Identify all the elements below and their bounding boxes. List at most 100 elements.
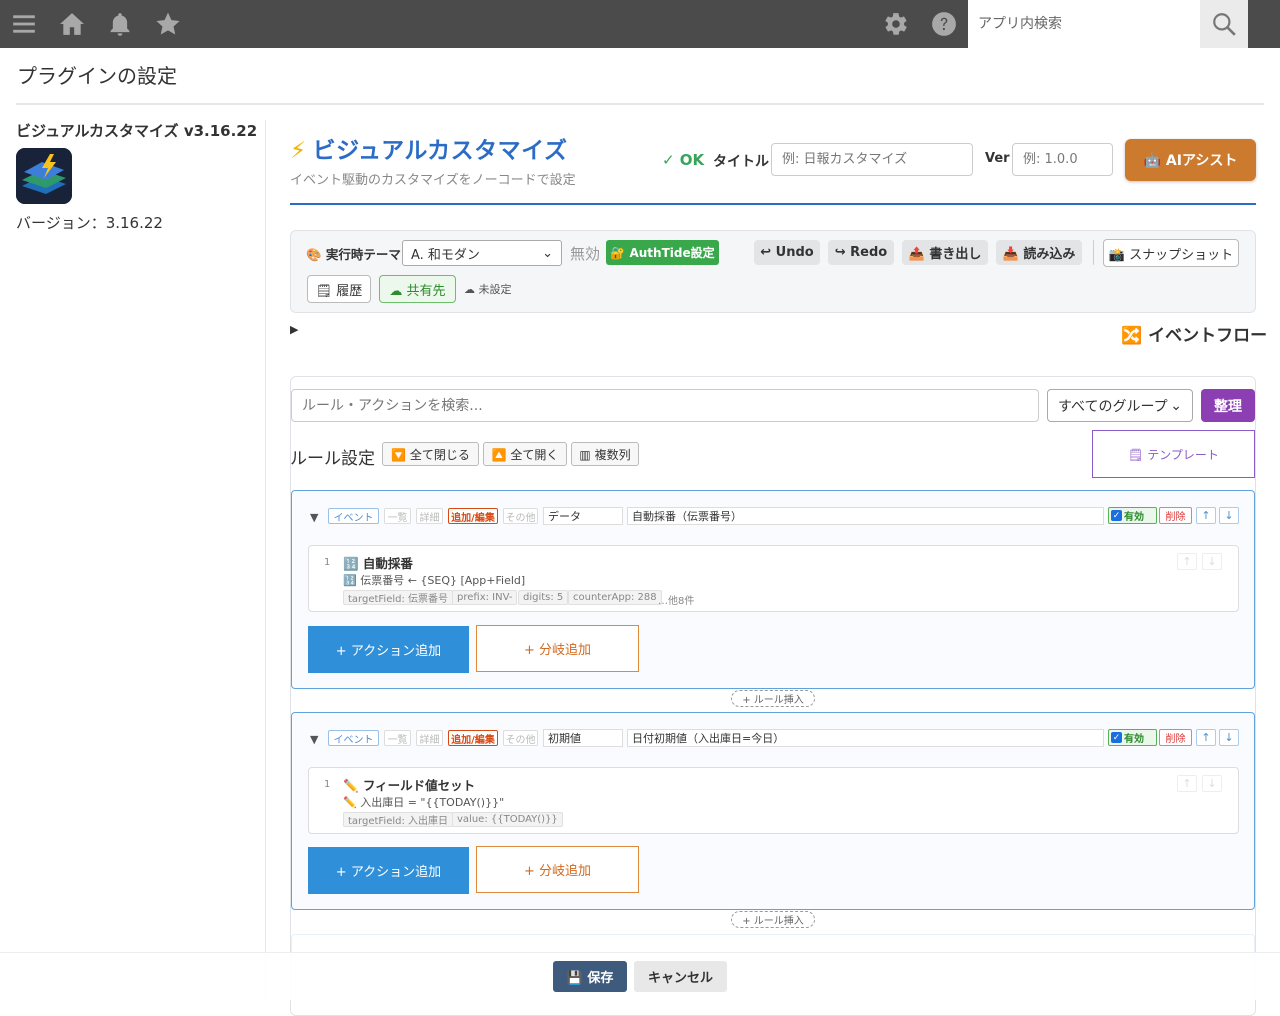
ai-assist-button[interactable]: 🤖 AIアシスト: [1125, 139, 1256, 181]
action-number: 1: [324, 557, 331, 568]
chip-list[interactable]: 一覧: [384, 508, 411, 524]
chip-event[interactable]: イベント: [328, 730, 379, 746]
save-button[interactable]: 💾 保存: [553, 961, 627, 992]
authtide-button[interactable]: 🔐 AuthTide設定: [606, 240, 719, 265]
chip-add-edit[interactable]: 追加/編集: [448, 730, 498, 746]
home-icon[interactable]: [56, 8, 88, 40]
enabled-toggle[interactable]: ✓ 有効: [1108, 729, 1157, 746]
move-up-button[interactable]: ↑: [1196, 729, 1216, 746]
history-button[interactable]: 🗒 履歴: [307, 275, 371, 303]
action-param-tag: targetField: 入出庫日: [343, 812, 454, 827]
gear-icon[interactable]: [880, 8, 912, 40]
collapse-all-button[interactable]: 🔽 全て閉じる: [382, 442, 479, 466]
ver-label: Ver: [985, 151, 1010, 166]
page-title: プラグインの設定: [17, 64, 177, 88]
expand-all-button[interactable]: 🔼 全て開く: [483, 442, 567, 466]
undo-button[interactable]: ↩ Undo: [754, 240, 820, 265]
action-param-tag: prefix: INV-: [452, 590, 518, 605]
chip-list[interactable]: 一覧: [384, 730, 411, 746]
add-action-button[interactable]: + アクション追加: [308, 626, 469, 673]
divider: [265, 120, 266, 1000]
move-down-button[interactable]: ↓: [1219, 507, 1239, 524]
insert-rule-button[interactable]: + ルール挿入: [731, 690, 815, 707]
template-button[interactable]: 🗒 テンプレート: [1092, 430, 1255, 478]
group-select-value: すべてのグループ: [1058, 398, 1168, 415]
add-branch-button[interactable]: + 分岐追加: [476, 846, 639, 893]
rule-search-input[interactable]: [291, 389, 1039, 422]
share-button[interactable]: ☁ 共有先: [379, 275, 456, 303]
action-up-button[interactable]: ↑: [1177, 775, 1197, 792]
action-down-button[interactable]: ↓: [1202, 775, 1222, 792]
star-icon[interactable]: [152, 8, 184, 40]
toolbar-separator: [1093, 240, 1094, 265]
rule-name-field[interactable]: 自動採番（伝票番号）: [627, 507, 1104, 525]
delete-rule-button[interactable]: 削除: [1159, 729, 1192, 746]
redo-button[interactable]: ↪ Redo: [828, 240, 894, 265]
chip-other[interactable]: その他: [503, 730, 538, 746]
collapse-toggle-icon[interactable]: ▼: [310, 511, 318, 524]
multi-column-button[interactable]: ▥ 複数列: [571, 442, 639, 466]
add-action-button[interactable]: + アクション追加: [308, 847, 469, 894]
chip-add-edit[interactable]: 追加/編集: [448, 508, 498, 524]
bell-icon[interactable]: [104, 8, 136, 40]
chip-detail[interactable]: 詳細: [416, 508, 443, 524]
action-up-button[interactable]: ↑: [1177, 553, 1197, 570]
checkbox-checked-icon: ✓: [1111, 510, 1122, 521]
divider: [16, 103, 1264, 105]
chip-detail[interactable]: 詳細: [416, 730, 443, 746]
action-number: 1: [324, 779, 331, 790]
action-card: 1 🔢 自動採番 🔢 伝票番号 ← {SEQ} [App+Field] targ…: [308, 545, 1239, 612]
rule-category-field[interactable]: 初期値: [543, 729, 623, 747]
action-param-tag: value: {{TODAY()}}: [452, 812, 563, 827]
version-input[interactable]: [1012, 143, 1113, 176]
lightning-icon: ⚡: [290, 138, 307, 164]
rule-card: ▼ イベント 一覧 詳細 追加/編集 その他 初期値 日付初期値（入出庫日=今日…: [291, 712, 1255, 910]
help-icon[interactable]: [928, 8, 960, 40]
plugin-header-title-text: ビジュアルカスタマイズ: [312, 138, 568, 164]
action-description: 🔢 伝票番号 ← {SEQ} [App+Field]: [343, 574, 526, 587]
rule-name-field[interactable]: 日付初期値（入出庫日=今日）: [627, 729, 1104, 747]
import-button[interactable]: 📥 読み込み: [996, 240, 1082, 265]
theme-select[interactable]: A. 和モダン ⌄: [402, 240, 562, 266]
plugin-name: ビジュアルカスタマイズ v3.16.22: [16, 122, 258, 140]
chip-other[interactable]: その他: [503, 508, 538, 524]
action-param-tag: digits: 5: [518, 590, 569, 605]
export-button[interactable]: 📤 書き出し: [902, 240, 988, 265]
collapse-toggle-icon[interactable]: ▼: [310, 733, 318, 746]
rule-card: ▼ イベント 一覧 詳細 追加/編集 その他 データ 自動採番（伝票番号） ✓ 有…: [291, 490, 1255, 689]
action-card: 1 ✏️ フィールド値セット ✏️ 入出庫日 = "{{TODAY()}}" t…: [308, 767, 1239, 834]
plugin-version: バージョン：3.16.22: [16, 214, 163, 232]
more-params: …他8件: [658, 596, 695, 607]
rules-title: ルール設定: [290, 449, 375, 469]
rule-category-field[interactable]: データ: [543, 507, 623, 525]
search-icon: [1213, 13, 1236, 36]
app-search-input[interactable]: [968, 0, 1200, 48]
action-down-button[interactable]: ↓: [1202, 553, 1222, 570]
insert-rule-button[interactable]: + ルール挿入: [731, 911, 815, 928]
enabled-label: 有効: [1124, 512, 1144, 523]
group-select[interactable]: すべてのグループ ⌄: [1047, 389, 1193, 422]
menu-icon[interactable]: [8, 8, 40, 40]
plugin-header-subtitle: イベント駆動のカスタマイズをノーコードで設定: [290, 173, 576, 188]
action-description: ✏️ 入出庫日 = "{{TODAY()}}": [343, 796, 505, 809]
organize-button[interactable]: 整理: [1201, 389, 1255, 422]
chip-event[interactable]: イベント: [328, 508, 379, 524]
title-label: タイトル: [713, 154, 769, 170]
snapshot-button[interactable]: 📸 スナップショット: [1103, 239, 1239, 267]
action-param-tag: targetField: 伝票番号: [343, 590, 454, 605]
plugin-logo: [16, 148, 72, 204]
delete-rule-button[interactable]: 削除: [1159, 507, 1192, 524]
status-ok: ✓ OK: [662, 151, 705, 169]
move-down-button[interactable]: ↓: [1219, 729, 1239, 746]
enabled-toggle[interactable]: ✓ 有効: [1108, 507, 1157, 524]
cancel-button[interactable]: キャンセル: [634, 961, 727, 992]
eventflow-label[interactable]: 🔀 イベントフロー: [1121, 321, 1267, 346]
eventflow-toggle-icon[interactable]: ▶: [290, 323, 298, 336]
enabled-label: 有効: [1124, 734, 1144, 745]
title-input[interactable]: [771, 143, 973, 176]
checkbox-checked-icon: ✓: [1111, 732, 1122, 743]
move-up-button[interactable]: ↑: [1196, 507, 1216, 524]
add-branch-button[interactable]: + 分岐追加: [476, 625, 639, 672]
action-title: 🔢 自動採番: [343, 556, 413, 571]
search-button[interactable]: [1200, 0, 1248, 48]
